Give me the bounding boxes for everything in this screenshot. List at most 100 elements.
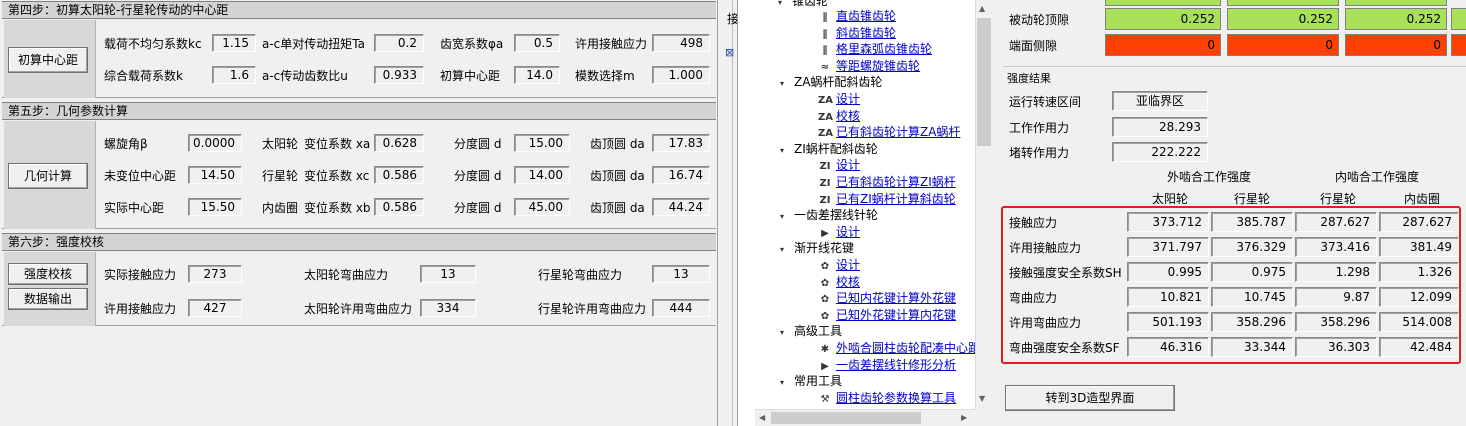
tree-item-label[interactable]: 已知内花键计算外花键: [836, 291, 956, 305]
tree-item-label[interactable]: 已有斜齿轮计算ZA蜗杆: [836, 125, 960, 139]
tree-link-item[interactable]: ✿ 校核: [818, 275, 860, 291]
tree-item-label[interactable]: 已有ZI蜗杆计算斜齿轮: [836, 192, 956, 206]
scroll-left-icon[interactable]: ◀: [759, 413, 765, 422]
field-label: 初算中心距: [440, 69, 501, 83]
tree-item-label[interactable]: 设计: [836, 158, 860, 172]
sun-tip-field[interactable]: 17.83: [652, 134, 710, 152]
module-field[interactable]: 1.000: [652, 66, 710, 84]
actual-center-field[interactable]: 15.50: [188, 198, 242, 216]
tree-item-label[interactable]: 圆柱齿轮参数换算工具: [836, 391, 956, 405]
tree-item-label[interactable]: 已知外花键计算内花键: [836, 308, 956, 322]
tree-group-item[interactable]: ▾ 常用工具: [780, 374, 842, 390]
field-label: 未变位中心距: [104, 169, 177, 183]
tree-link-item[interactable]: ▶ 设计: [818, 225, 860, 241]
tree-link-item[interactable]: ✱ 外啮合圆柱齿轮配凑中心距: [818, 341, 975, 357]
tree-group-item[interactable]: ▾ 高级工具: [780, 324, 842, 340]
tree-link-item[interactable]: ≈ 等距螺旋锥齿轮: [818, 59, 920, 75]
tree-item-label[interactable]: 校核: [836, 109, 860, 123]
clearance-cell: 0.252: [1345, 8, 1447, 30]
tree-item-label[interactable]: 设计: [836, 92, 860, 106]
tree-item-label[interactable]: 设计: [836, 258, 860, 272]
tree-item-label[interactable]: 设计: [836, 225, 860, 239]
tree-item-label[interactable]: 校核: [836, 275, 860, 289]
field-label: 齿顶圆 da: [590, 201, 645, 215]
actual-contact-field[interactable]: 273: [188, 265, 242, 283]
collapse-icon: ▾: [780, 378, 785, 387]
sun-pitch-field[interactable]: 15.00: [514, 134, 570, 152]
helix-angle-field[interactable]: 0.0000: [188, 134, 242, 152]
u-field[interactable]: 0.933: [374, 66, 424, 84]
planet-pitch-field[interactable]: 14.00: [514, 166, 570, 184]
tree-group-item[interactable]: ▾ 渐开线花键: [780, 241, 854, 257]
tree-link-item[interactable]: ZA 校核: [818, 109, 860, 125]
collapse-icon: ▾: [780, 245, 785, 254]
h-scroll-thumb[interactable]: [771, 412, 921, 424]
spline-icon: ✿: [820, 311, 830, 322]
strength-check-button[interactable]: 强度校核: [8, 263, 88, 285]
goto-3d-button[interactable]: 转到3D造型界面: [1005, 385, 1175, 411]
scroll-up-icon[interactable]: ▲: [979, 4, 985, 13]
planet-bending-field[interactable]: 13: [652, 265, 710, 283]
tree-item-label[interactable]: 外啮合圆柱齿轮配凑中心距: [836, 341, 975, 355]
planet-tip-field[interactable]: 16.74: [652, 166, 710, 184]
tree-link-item[interactable]: ✿ 设计: [818, 258, 860, 274]
tree-link-item[interactable]: ⚒ 圆柱齿轮参数换算工具: [818, 391, 957, 407]
center-distance-field[interactable]: 14.0: [514, 66, 560, 84]
sun-allowable-bending-field[interactable]: 334: [420, 299, 476, 317]
initial-center-distance-button[interactable]: 初算中心距: [8, 47, 88, 73]
k-field[interactable]: 1.6: [212, 66, 256, 84]
tree-link-item[interactable]: ZI 已有斜齿轮计算ZI蜗杆: [818, 175, 956, 191]
data-output-button[interactable]: 数据输出: [8, 288, 88, 310]
scroll-down-icon[interactable]: ▼: [979, 394, 985, 403]
xc-field[interactable]: 0.586: [374, 166, 424, 184]
unshifted-center-field[interactable]: 14.50: [188, 166, 242, 184]
xa-field[interactable]: 0.628: [374, 134, 424, 152]
tree-item-label: 常用工具: [794, 374, 843, 388]
ta-field[interactable]: 0.2: [374, 34, 424, 52]
tree-link-item[interactable]: ✿ 已知外花键计算内花键: [818, 308, 956, 324]
cycloid-icon: ▶: [821, 361, 829, 372]
tree-link-item[interactable]: ZA 已有斜齿轮计算ZA蜗杆: [818, 125, 960, 141]
sun-bending-field[interactable]: 13: [420, 265, 476, 283]
spline-icon: ✿: [820, 278, 830, 289]
tree-item-label[interactable]: 格里森弧齿锥齿轮: [836, 42, 932, 56]
clearance-cell: 0.252: [1227, 8, 1339, 30]
tree-item-label[interactable]: 直齿锥齿轮: [836, 9, 896, 23]
tree-link-item[interactable]: ZI 已有ZI蜗杆计算斜齿轮: [818, 192, 956, 208]
tree-group-item[interactable]: ▾ ZA蜗杆配斜齿轮: [780, 75, 882, 91]
ring-tip-field[interactable]: 44.24: [652, 198, 710, 216]
kc-field[interactable]: 1.15: [212, 34, 256, 52]
tree-link-item[interactable]: ∥ 斜齿锥齿轮: [818, 26, 897, 42]
divider: [1003, 66, 1466, 67]
planet-allowable-bending-field[interactable]: 444: [652, 299, 710, 317]
tree-link-item[interactable]: ∥ 直齿锥齿轮: [818, 9, 897, 25]
field-label: 变位系数 xa: [304, 137, 371, 151]
field-label: 变位系数 xc: [304, 169, 370, 183]
tree-group-item[interactable]: ▾ 一齿差摆线针轮: [780, 208, 878, 224]
tree-link-item[interactable]: ▶ 一齿差摆线针修形分析: [818, 358, 956, 374]
allowable-contact-field-2[interactable]: 427: [188, 299, 242, 317]
tree-group-item[interactable]: ▾ ZI蜗杆配斜齿轮: [780, 142, 878, 158]
tree-item-label[interactable]: 等距螺旋锥齿轮: [836, 59, 920, 73]
tree-item-label[interactable]: 斜齿锥齿轮: [836, 26, 896, 40]
geometry-calc-button[interactable]: 几何计算: [8, 163, 88, 189]
tree-link-item[interactable]: ZA 设计: [818, 92, 860, 108]
col-header: 行星轮: [1320, 192, 1357, 206]
tree-vertical-scrollbar[interactable]: ▲ ▼: [975, 0, 992, 410]
xb-field[interactable]: 0.586: [374, 198, 424, 216]
scroll-right-icon[interactable]: ▶: [961, 413, 967, 422]
field-label: 太阳轮弯曲应力: [304, 268, 389, 282]
phi-a-field[interactable]: 0.5: [514, 34, 560, 52]
field-label: 太阳轮许用弯曲应力: [304, 302, 413, 316]
tree-link-item[interactable]: ✿ 已知内花键计算外花键: [818, 291, 956, 307]
allowable-contact-field[interactable]: 498: [652, 34, 710, 52]
tree-item-label[interactable]: 已有斜齿轮计算ZI蜗杆: [836, 175, 956, 189]
tree-horizontal-scrollbar[interactable]: ◀ ▶: [755, 409, 975, 426]
field-label: 分度圆 d: [454, 201, 502, 215]
ring-pitch-field[interactable]: 45.00: [514, 198, 570, 216]
tree-link-item[interactable]: ZI 设计: [818, 158, 861, 174]
scroll-thumb[interactable]: [977, 18, 991, 146]
field-label: a-c传动齿数比u: [262, 69, 348, 83]
tree-item-label[interactable]: 一齿差摆线针修形分析: [836, 358, 956, 372]
tree-link-item[interactable]: ∥ 格里森弧齿锥齿轮: [818, 42, 933, 58]
